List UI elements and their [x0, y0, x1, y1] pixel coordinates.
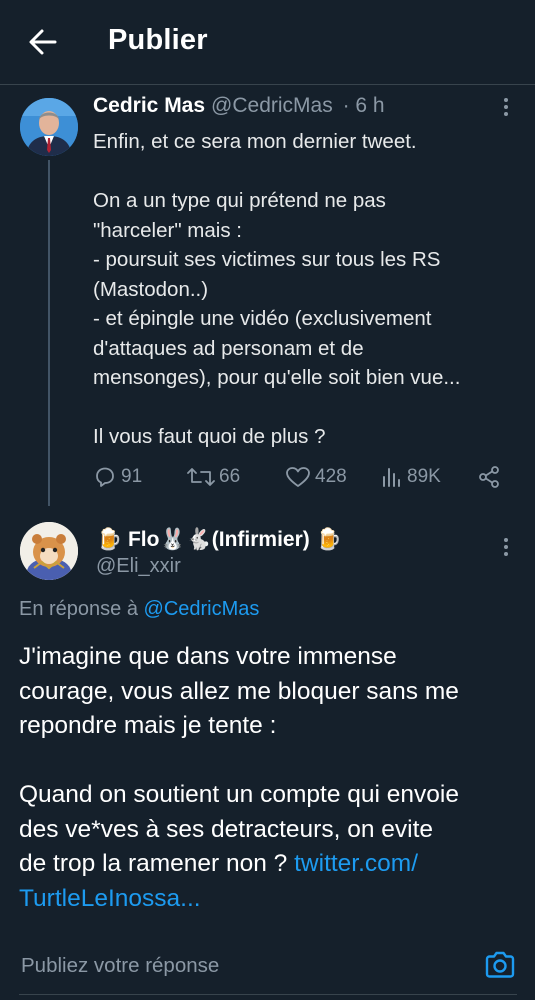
tweet-line: Enfin, et ce sera mon dernier tweet.	[93, 130, 417, 153]
tweet-actions: 91 66 428 89K	[93, 462, 513, 492]
author-handle[interactable]: @Eli_xxir	[96, 555, 181, 578]
views-count: 89K	[407, 466, 441, 487]
tweet-line: Quand on soutient un compte qui envoie	[19, 781, 459, 808]
reply-icon	[96, 467, 114, 487]
tweet-line: d'attaques ad personam et de	[93, 336, 364, 360]
reply-to-link[interactable]: @CedricMas	[144, 598, 260, 620]
share-button[interactable]	[477, 462, 505, 492]
author-name[interactable]: 🍺 Flo🐰🐇(Infirmier) 🍺	[96, 528, 342, 552]
tweet-time: · 6 h	[342, 94, 385, 117]
avatar[interactable]	[20, 98, 78, 156]
reply-button[interactable]: 91	[93, 462, 142, 492]
tweet-author[interactable]: Cedric Mas @CedricMas · 6 h	[93, 94, 385, 118]
tweet-line: repondre mais je tente :	[19, 712, 277, 739]
share-icon	[479, 466, 499, 488]
tweet-line: J'imagine que dans votre immense	[19, 643, 397, 670]
reply-context: En réponse à @CedricMas	[19, 598, 259, 621]
tweet-line: - et épingle une vidéo (exclusivement	[93, 307, 432, 330]
reply-count: 91	[121, 466, 143, 487]
tweet-line: On a un type qui prétend ne pas	[93, 189, 386, 212]
reply-prefix: En réponse à	[19, 598, 144, 620]
retweet-count: 66	[219, 466, 241, 487]
tweet-text: Enfin, et ce sera mon dernier tweet. On …	[93, 127, 513, 452]
reply-composer	[0, 940, 535, 1000]
top-bar: Publier	[0, 0, 535, 85]
tweet-line: "harceler" mais :	[93, 218, 242, 242]
camera-icon[interactable]	[484, 950, 516, 980]
views-button[interactable]: 89K	[381, 462, 441, 492]
author-name[interactable]: Cedric Mas	[93, 94, 205, 117]
like-count: 428	[315, 466, 347, 487]
composer-underline	[19, 994, 517, 995]
avatar-portrait-image	[20, 98, 78, 156]
like-button[interactable]: 428	[285, 462, 347, 492]
tweet-line: des ve*ves à ses detracteurs, on evite	[19, 815, 433, 843]
avatar[interactable]	[20, 522, 78, 580]
more-options-icon[interactable]	[500, 536, 512, 560]
page-title: Publier	[108, 24, 208, 56]
tweet-line	[93, 393, 513, 423]
tweet-line	[93, 157, 513, 187]
tweet-line: (Mastodon..)	[93, 277, 209, 301]
more-options-icon[interactable]	[500, 96, 512, 120]
author-handle[interactable]: @CedricMas	[211, 94, 333, 117]
tweet-line-text: de trop la ramener non ?	[19, 850, 288, 877]
tweet-line	[19, 744, 524, 779]
tweet-line: mensonges), pour qu'elle soit bien vue..…	[93, 366, 461, 389]
tweet-line: courage, vous allez me bloquer sans me	[19, 677, 459, 705]
tweet-line: de trop la ramener non ? twitter.com/	[19, 847, 524, 882]
tweet-link-continued[interactable]: TurtleLeInossa...	[19, 885, 201, 912]
views-bars-icon	[383, 468, 400, 487]
arrow-left-icon[interactable]	[28, 26, 58, 58]
tweet-line: Il vous faut quoi de plus ?	[93, 425, 326, 448]
tweet-text: J'imagine que dans votre immense courage…	[19, 640, 524, 916]
thread-line	[48, 160, 50, 506]
tweet-link[interactable]: twitter.com/	[294, 850, 418, 877]
reply-input[interactable]	[19, 948, 453, 984]
retweet-icon	[187, 468, 215, 486]
retweet-button[interactable]: 66	[187, 462, 240, 492]
tweet-line: TurtleLeInossa...	[19, 882, 524, 917]
heart-icon	[286, 467, 310, 487]
tweet-line: - poursuit ses victimes sur tous les RS	[93, 248, 441, 271]
avatar-hamster-image	[20, 522, 78, 580]
